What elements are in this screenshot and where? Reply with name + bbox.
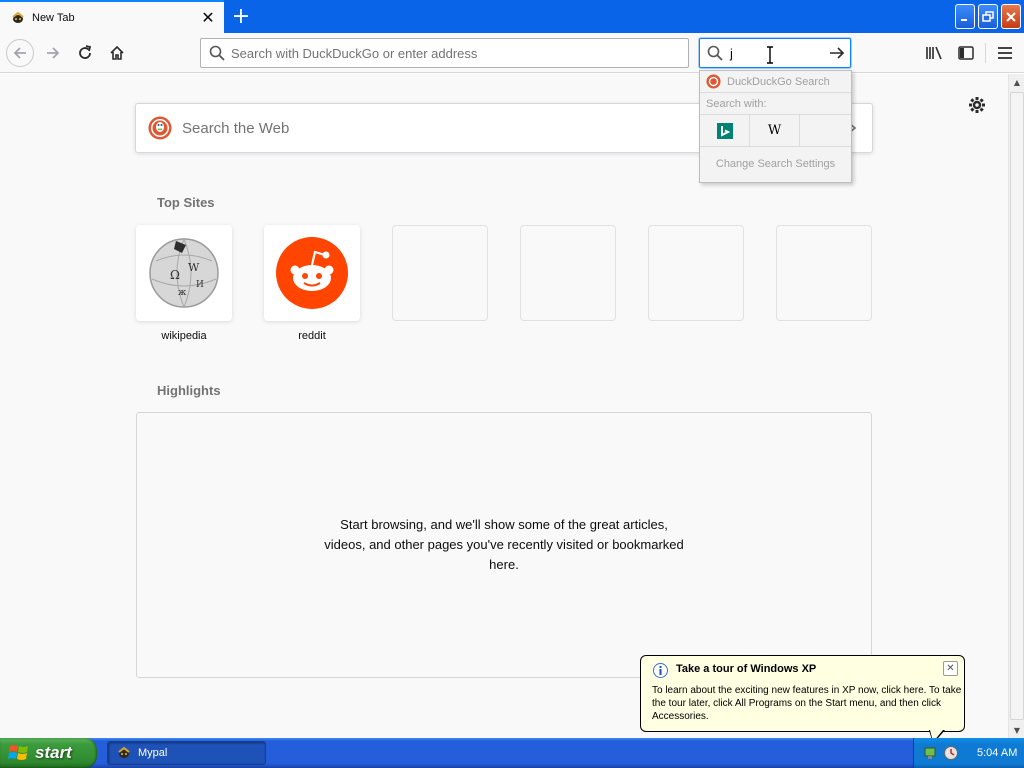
- library-button[interactable]: [922, 41, 946, 65]
- info-icon: [653, 663, 668, 678]
- system-tray: 5:04 AM: [913, 738, 1024, 768]
- customize-settings-button[interactable]: [966, 94, 988, 116]
- top-site-empty-slot: [520, 225, 616, 321]
- sidebar-icon: [958, 46, 974, 60]
- home-icon: [110, 45, 124, 60]
- tab-title: New Tab: [32, 11, 75, 24]
- top-site-empty-slot: [648, 225, 744, 321]
- network-tray-icon[interactable]: [923, 745, 939, 761]
- minimize-icon: [961, 18, 967, 21]
- search-suggestions-popup: DuckDuckGo Search Search with: W Change …: [699, 70, 852, 183]
- address-input[interactable]: [231, 45, 688, 61]
- tab-close-icon[interactable]: ✕: [198, 8, 218, 28]
- start-button[interactable]: start: [0, 738, 97, 768]
- home-button[interactable]: [105, 41, 129, 65]
- top-site-tile-wikipedia[interactable]: Ω W И ж: [136, 225, 232, 321]
- library-icon: [926, 46, 942, 60]
- taskbar-item-label: Mypal: [138, 747, 168, 759]
- taskbar-item-mypal[interactable]: Mypal: [107, 741, 266, 765]
- taskbar: start Mypal 5:04 AM: [0, 738, 1024, 768]
- search-icon: [700, 45, 730, 61]
- url-bar[interactable]: [200, 38, 689, 68]
- minimize-button[interactable]: [955, 4, 975, 29]
- back-arrow-icon: [13, 47, 26, 59]
- close-icon: [1006, 11, 1016, 22]
- balloon-body[interactable]: To learn about the exciting new features…: [652, 684, 962, 723]
- go-arrow-icon[interactable]: [824, 45, 850, 61]
- engine-button-bing[interactable]: [700, 115, 750, 146]
- new-tab-button[interactable]: +: [226, 0, 256, 33]
- search-bar-input[interactable]: j: [730, 46, 824, 61]
- vertical-scrollbar[interactable]: ▲ ▼: [1008, 74, 1024, 738]
- wikipedia-icon: Ω W И ж: [149, 238, 219, 308]
- highlights-empty-state: Start browsing, and we'll show some of t…: [136, 412, 872, 678]
- hamburger-menu-icon: [998, 47, 1012, 59]
- engine-button-wikipedia[interactable]: W: [750, 115, 800, 146]
- reddit-icon: [276, 237, 348, 309]
- gear-icon: [969, 97, 985, 113]
- text-cursor-icon: [767, 46, 773, 64]
- top-site-tile-reddit[interactable]: [264, 225, 360, 321]
- wikipedia-w-icon: W: [767, 123, 782, 138]
- top-sites-heading: Top Sites: [157, 195, 215, 210]
- search-with-label: Search with:: [700, 93, 851, 115]
- duckduckgo-logo-icon: [148, 116, 172, 140]
- forward-button[interactable]: [41, 41, 65, 65]
- tab-new-tab[interactable]: New Tab ✕: [0, 0, 224, 33]
- taskbar-clock: 5:04 AM: [977, 747, 1018, 759]
- highlights-heading: Highlights: [157, 383, 221, 398]
- reload-icon: [79, 45, 92, 59]
- svg-text:Ω: Ω: [170, 268, 180, 282]
- bing-icon: [716, 122, 733, 139]
- back-button[interactable]: [6, 39, 34, 67]
- forward-arrow-icon: [47, 47, 60, 59]
- sidebar-button[interactable]: [954, 41, 978, 65]
- restore-icon: [982, 10, 994, 22]
- top-site-empty-slot: [776, 225, 872, 321]
- svg-text:ж: ж: [178, 288, 187, 298]
- menu-button[interactable]: [993, 41, 1017, 65]
- current-engine-label: DuckDuckGo Search: [727, 75, 830, 88]
- top-site-label: reddit: [298, 330, 326, 342]
- balloon-title: Take a tour of Windows XP: [676, 663, 817, 675]
- svg-text:W: W: [188, 261, 200, 274]
- highlights-message: Start browsing, and we'll show some of t…: [324, 517, 684, 572]
- search-icon: [203, 45, 231, 61]
- close-window-button[interactable]: [1001, 4, 1021, 29]
- svg-text:И: И: [196, 280, 204, 290]
- top-site-label: wikipedia: [161, 330, 207, 342]
- change-search-settings[interactable]: Change Search Settings: [700, 147, 851, 181]
- mypal-favicon-icon: [12, 11, 24, 23]
- one-off-engines: W: [700, 115, 851, 147]
- windows-logo-icon: [8, 745, 28, 760]
- current-engine-row[interactable]: DuckDuckGo Search: [700, 71, 851, 93]
- mypal-icon: [118, 746, 130, 758]
- tour-balloon-tip[interactable]: Take a tour of Windows XP ✕ To learn abo…: [640, 655, 965, 732]
- scroll-up-arrow-icon[interactable]: ▲: [1009, 74, 1024, 90]
- new-tab-page: Search the Web Top Sites Ω W И ж wikiped…: [0, 74, 1008, 738]
- tab-strip: New Tab ✕ +: [0, 0, 1024, 33]
- start-label: start: [35, 743, 72, 762]
- top-site-empty-slot: [392, 225, 488, 321]
- restore-button[interactable]: [978, 4, 998, 29]
- duckduckgo-icon: [706, 74, 721, 89]
- reload-button[interactable]: [73, 41, 97, 65]
- balloon-close-icon[interactable]: ✕: [943, 661, 958, 676]
- toolbar-divider: [985, 43, 986, 63]
- scroll-down-arrow-icon[interactable]: ▼: [1009, 722, 1024, 738]
- security-tray-icon[interactable]: [943, 745, 959, 761]
- navigation-toolbar: j: [0, 33, 1024, 73]
- scrollbar-thumb[interactable]: [1010, 92, 1024, 720]
